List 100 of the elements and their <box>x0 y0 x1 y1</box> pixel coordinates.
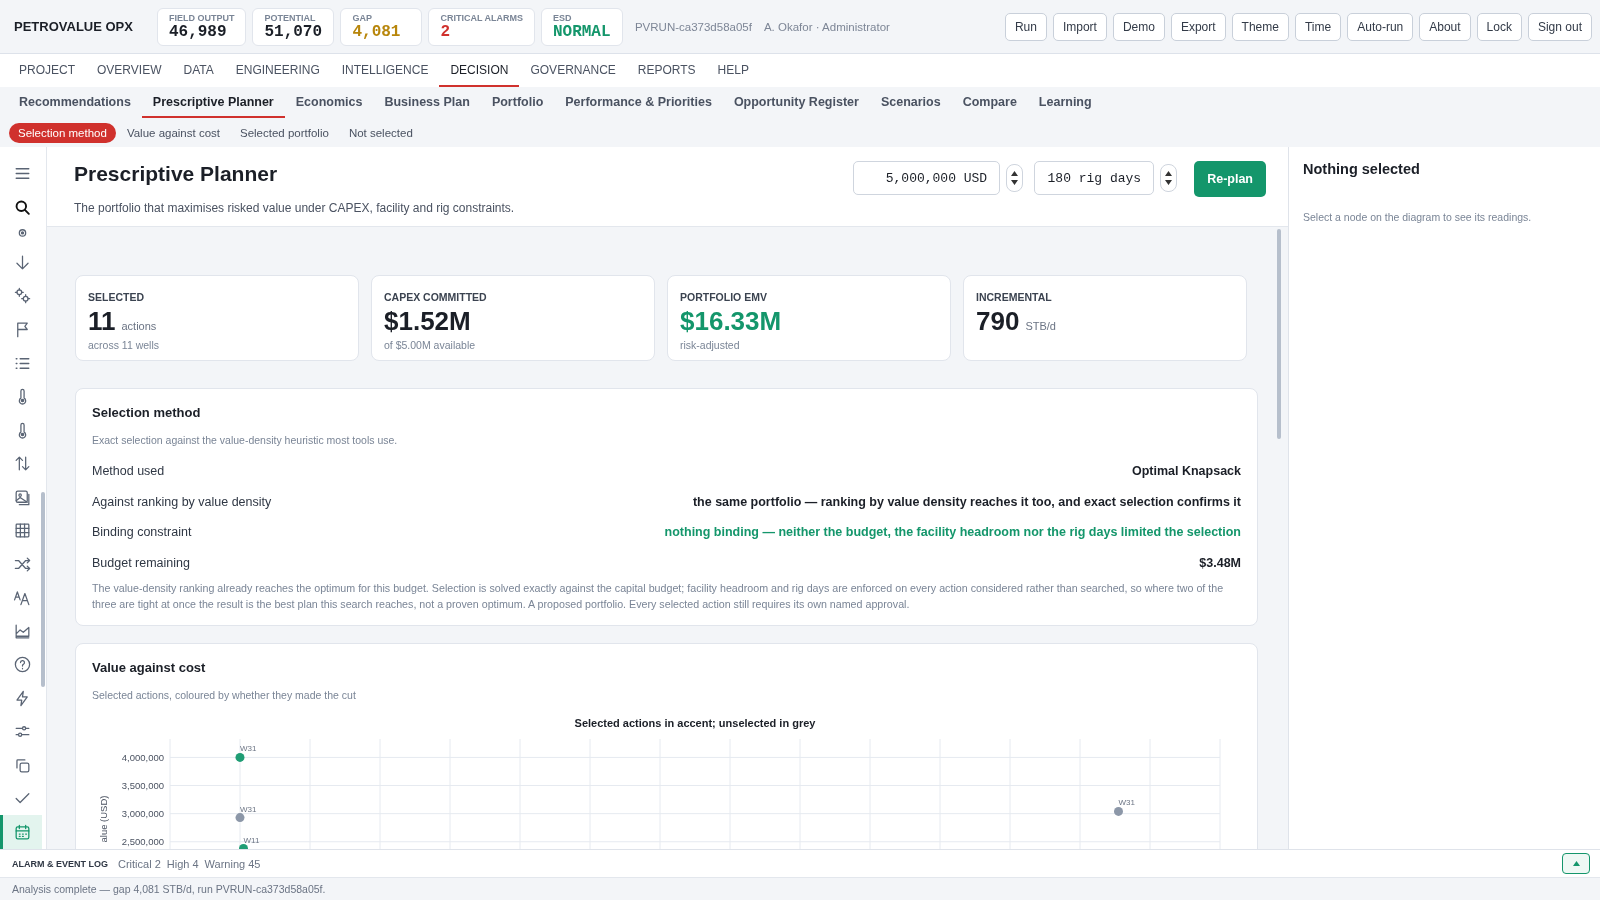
budget-field[interactable]: 5,000,000 USD <box>853 161 1001 195</box>
toolbar-button[interactable]: Import <box>1052 12 1107 41</box>
run-id: PVRUN-ca373d58a05f <box>634 20 752 33</box>
kpi-value: NORMAL <box>552 22 611 42</box>
sub-tab[interactable]: Portfolio <box>480 87 555 118</box>
point-label: W11 <box>243 835 260 845</box>
kpi-label: ESD <box>552 12 573 23</box>
toolbar-button[interactable]: Theme <box>1231 12 1289 41</box>
calendar-icon[interactable] <box>0 815 42 849</box>
toolbar-button[interactable]: Time <box>1294 12 1342 41</box>
sub-tab[interactable]: Compare <box>951 87 1028 118</box>
axis-tick-label: 2,500,000 <box>121 836 164 848</box>
user-label: A. Okafor · Administrator <box>763 20 890 33</box>
axis-tick-label: 4,000,000 <box>121 751 164 763</box>
metric-note: of $5.00M available <box>384 339 477 351</box>
sub-tab[interactable]: Economics <box>284 87 374 118</box>
toolbar-button[interactable]: Auto-run <box>1347 12 1414 41</box>
axis-tick-label: 3,500,000 <box>121 780 164 792</box>
chart-title: Selected actions in accent; unselected in grey <box>574 717 816 729</box>
sub-tab[interactable]: Business Plan <box>373 87 481 118</box>
metric-unit: actions <box>121 320 157 332</box>
nav-tab[interactable]: GOVERNANCE <box>519 54 627 87</box>
kpi-value: 4,081 <box>352 22 402 42</box>
nav-tab[interactable]: PROJECT <box>8 54 86 87</box>
toolbar-button[interactable]: Run <box>1004 12 1047 41</box>
alarm-count: High 4 <box>166 857 199 870</box>
nav-tab[interactable]: ENGINEERING <box>224 54 331 87</box>
metric-note: across 11 wells <box>88 339 160 351</box>
kpi-value: 46,989 <box>168 22 228 42</box>
point-label: W31 <box>240 744 257 754</box>
kpi-label: GAP <box>352 12 373 23</box>
alarm-count: Warning 45 <box>204 857 261 870</box>
sub-tab[interactable]: Performance & Priorities <box>554 87 723 118</box>
card-subtitle: Exact selection against the value-density heuristic most tools use. <box>92 434 399 446</box>
row-value: nothing binding — neither the budget, the facility headroom nor the rig days limited the selection <box>664 525 1241 540</box>
point-label: W31 <box>240 804 257 814</box>
nav-tab[interactable]: REPORTS <box>626 54 707 87</box>
toolbar-button[interactable]: Lock <box>1476 12 1522 41</box>
kpi-label: POTENTIAL <box>264 12 317 23</box>
nav-tab[interactable]: INTELLIGENCE <box>330 54 440 87</box>
metric-note: risk-adjusted <box>680 339 741 351</box>
stepper-icon <box>1010 168 1020 188</box>
stepper-button[interactable] <box>1160 164 1178 192</box>
sub-tab[interactable]: Scenarios <box>869 87 952 118</box>
metric-unit: STB/d <box>1025 320 1056 332</box>
section-pill[interactable]: Value against cost <box>117 122 229 143</box>
page-subtitle: The portfolio that maximises risked value under CAPEX, facility and rig constraints. <box>74 201 515 215</box>
point-label: W31 <box>1118 798 1135 808</box>
axis-title: alue (USD) <box>98 795 109 843</box>
app-logo: PETROVALUE OPX <box>14 19 133 34</box>
row-value: Optimal Knapsack <box>1131 464 1241 479</box>
stepper-icon <box>1164 168 1174 188</box>
row-label: Method used <box>92 464 165 479</box>
log-title: ALARM & EVENT LOG <box>12 858 108 869</box>
metric-value: 11 <box>88 305 116 337</box>
kpi-value: 2 <box>440 22 452 42</box>
nav-tab[interactable]: OVERVIEW <box>86 54 173 87</box>
kpi-label: FIELD OUTPUT <box>168 12 235 23</box>
data-point[interactable] <box>235 813 245 823</box>
toolbar-button[interactable]: Sign out <box>1527 12 1592 41</box>
toolbar-button[interactable]: About <box>1419 12 1471 41</box>
card-title: Value against cost <box>92 660 207 675</box>
row-value: the same portfolio — ranking by value density reaches it too, and exact selection confirms it <box>692 494 1241 509</box>
rig-days-field[interactable]: 180 rig days <box>1034 161 1155 195</box>
row-label: Budget remaining <box>92 555 190 570</box>
page-title: Prescriptive Planner <box>74 162 279 186</box>
metric-label: PORTFOLIO EMV <box>680 291 767 303</box>
data-point[interactable] <box>1114 806 1123 816</box>
section-pill[interactable]: Not selected <box>339 122 422 143</box>
row-label: Binding constraint <box>92 525 192 540</box>
scrollbar-thumb[interactable] <box>41 492 45 687</box>
axis-tick-label: 3,000,000 <box>121 808 164 820</box>
replan-button[interactable]: Re-plan <box>1194 161 1266 197</box>
sub-tab[interactable]: Learning <box>1027 87 1103 118</box>
data-point[interactable] <box>235 752 245 762</box>
status-text: Analysis complete — gap 4,081 STB/d, run PVRUN-ca373d58a05f. <box>12 883 326 895</box>
row-value: $3.48M <box>1199 555 1241 570</box>
toolbar-button[interactable]: Export <box>1170 12 1226 41</box>
nav-tab[interactable]: DECISION <box>439 54 520 87</box>
sub-tab[interactable]: Opportunity Register <box>722 87 870 118</box>
section-pill[interactable]: Selected portfolio <box>231 122 338 143</box>
metric-label: INCREMENTAL <box>976 291 1052 303</box>
caret-icon <box>1572 861 1580 866</box>
metric-label: CAPEX COMMITTED <box>384 291 487 303</box>
sub-tab[interactable]: Recommendations <box>8 87 142 118</box>
metric-label: SELECTED <box>88 291 144 303</box>
kpi-label: CRITICAL ALARMS <box>440 12 523 23</box>
alarm-count: Critical 2 <box>118 857 161 870</box>
section-pill[interactable]: Selection method <box>9 122 116 143</box>
stepper-button[interactable] <box>1006 164 1024 192</box>
inspector-title: Nothing selected <box>1303 161 1421 177</box>
sub-tab[interactable]: Prescriptive Planner <box>141 87 285 118</box>
card-title: Selection method <box>92 405 202 420</box>
nav-tab[interactable]: HELP <box>706 54 760 87</box>
toolbar-button[interactable]: Demo <box>1112 12 1165 41</box>
expand-button[interactable] <box>1562 853 1590 874</box>
data-point[interactable] <box>239 844 248 849</box>
scrollbar-thumb[interactable] <box>1277 229 1281 439</box>
nav-tab[interactable]: DATA <box>172 54 225 87</box>
inspector-hint: Select a node on the diagram to see its readings. <box>1303 211 1532 223</box>
